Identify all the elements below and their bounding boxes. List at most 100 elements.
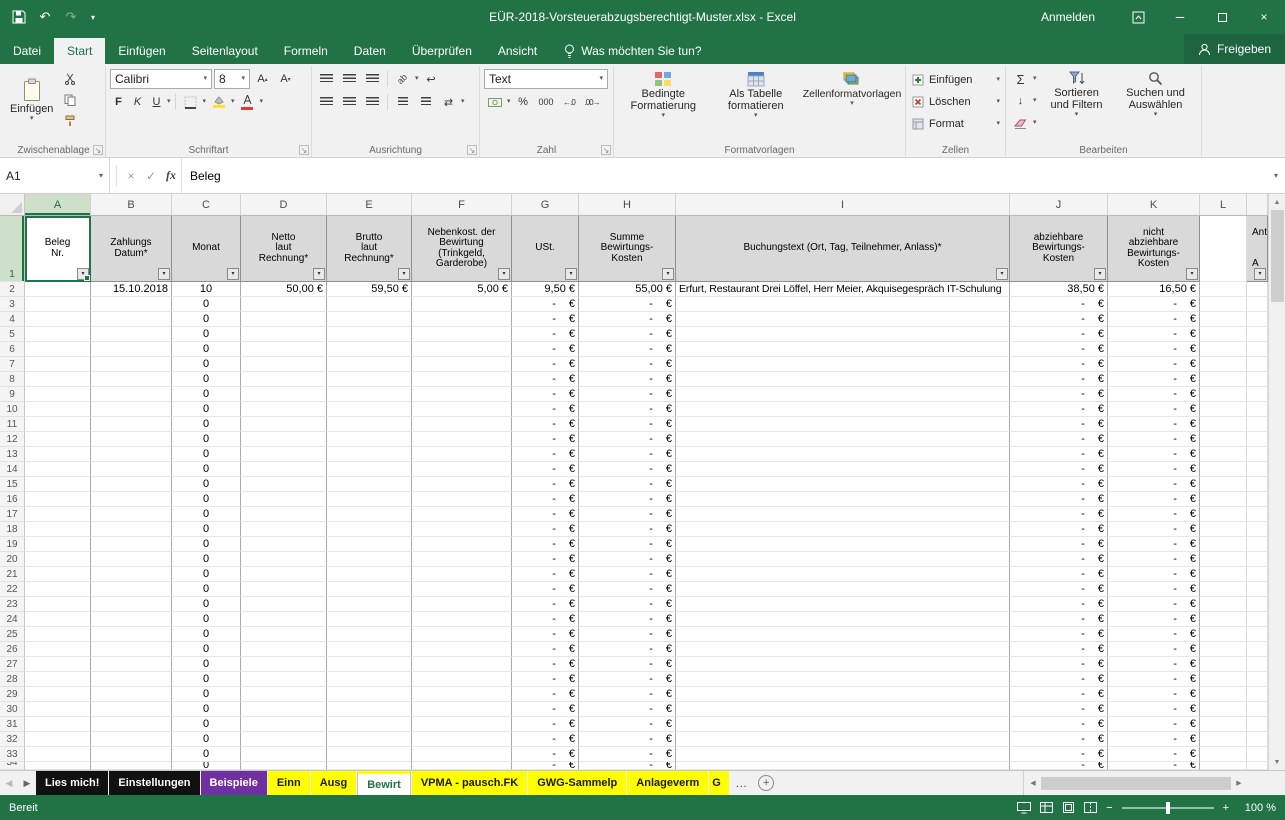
cell-B11[interactable] <box>91 417 172 432</box>
cell-H33[interactable]: - € <box>579 747 676 762</box>
cell-M33[interactable] <box>1247 747 1268 762</box>
cell-C7[interactable]: 0 <box>172 357 241 372</box>
cell-G3[interactable]: - € <box>512 297 579 312</box>
cell-E23[interactable] <box>327 597 412 612</box>
cell-M3[interactable] <box>1247 297 1268 312</box>
cell-L26[interactable] <box>1200 642 1247 657</box>
redo-icon[interactable] <box>60 6 82 28</box>
insert-cells-button[interactable]: Einfügen <box>910 69 1002 90</box>
cell-K31[interactable]: - € <box>1108 717 1200 732</box>
tellme-box[interactable]: Was möchten Sie tun? <box>564 38 702 64</box>
ribbon-tab-formeln[interactable]: Formeln <box>271 38 341 64</box>
cell-A16[interactable] <box>25 492 91 507</box>
filter-icon[interactable] <box>662 268 674 280</box>
cell-D6[interactable] <box>241 342 327 357</box>
cell-B34[interactable] <box>91 762 172 770</box>
cell-E8[interactable] <box>327 372 412 387</box>
cell-L3[interactable] <box>1200 297 1247 312</box>
cell-M32[interactable] <box>1247 732 1268 747</box>
cell-G25[interactable]: - € <box>512 627 579 642</box>
cell-F15[interactable] <box>412 477 512 492</box>
maximize-button[interactable] <box>1201 0 1243 34</box>
cell-A2[interactable] <box>25 282 91 297</box>
cell-E16[interactable] <box>327 492 412 507</box>
cell-K29[interactable]: - € <box>1108 687 1200 702</box>
cell-C22[interactable]: 0 <box>172 582 241 597</box>
signin-link[interactable]: Anmelden <box>1041 10 1095 24</box>
cell-L22[interactable] <box>1200 582 1247 597</box>
zoom-slider[interactable] <box>1121 801 1214 814</box>
row-header-6[interactable]: 6 <box>0 342 25 357</box>
cell-L13[interactable] <box>1200 447 1247 462</box>
cell-F6[interactable] <box>412 342 512 357</box>
name-box[interactable]: A1 <box>0 158 110 193</box>
row-header-23[interactable]: 23 <box>0 597 25 612</box>
row-header-32[interactable]: 32 <box>0 732 25 747</box>
cell-A14[interactable] <box>25 462 91 477</box>
cell-G7[interactable]: - € <box>512 357 579 372</box>
cell-E2[interactable]: 59,50 € <box>327 282 412 297</box>
column-header-A[interactable]: A <box>25 194 91 215</box>
cell-B6[interactable] <box>91 342 172 357</box>
cell-E5[interactable] <box>327 327 412 342</box>
row-header-2[interactable]: 2 <box>0 282 25 297</box>
cell-H7[interactable]: - € <box>579 357 676 372</box>
cell-J14[interactable]: - € <box>1010 462 1108 477</box>
sort-filter-button[interactable]: Sortieren und Filtern <box>1040 69 1114 141</box>
row-header-26[interactable]: 26 <box>0 642 25 657</box>
row-header-34[interactable]: 34 <box>0 762 25 770</box>
cell-D30[interactable] <box>241 702 327 717</box>
cell-E32[interactable] <box>327 732 412 747</box>
cell-F2[interactable]: 5,00 € <box>412 282 512 297</box>
cell-J12[interactable]: - € <box>1010 432 1108 447</box>
cell-G32[interactable]: - € <box>512 732 579 747</box>
cell-M8[interactable] <box>1247 372 1268 387</box>
cell-K16[interactable]: - € <box>1108 492 1200 507</box>
cell-E9[interactable] <box>327 387 412 402</box>
cell-F30[interactable] <box>412 702 512 717</box>
cell-E15[interactable] <box>327 477 412 492</box>
cell-B24[interactable] <box>91 612 172 627</box>
cell-H12[interactable]: - € <box>579 432 676 447</box>
cell-J6[interactable]: - € <box>1010 342 1108 357</box>
cell-J13[interactable]: - € <box>1010 447 1108 462</box>
cell-I19[interactable] <box>676 537 1010 552</box>
cell-K33[interactable]: - € <box>1108 747 1200 762</box>
scroll-right-icon[interactable] <box>1231 779 1247 787</box>
cell-G8[interactable]: - € <box>512 372 579 387</box>
cell-E17[interactable] <box>327 507 412 522</box>
merge-center-icon[interactable] <box>438 92 459 112</box>
cell-A11[interactable] <box>25 417 91 432</box>
cell-I1[interactable]: Buchungstext (Ort, Tag, Teilnehmer, Anla… <box>676 216 1010 282</box>
font-color-dropdown-icon[interactable] <box>260 99 264 105</box>
cell-E10[interactable] <box>327 402 412 417</box>
comma-style-icon[interactable]: 000 <box>536 92 557 112</box>
ribbon-tab-überprüfen[interactable]: Überprüfen <box>399 38 485 64</box>
display-settings-icon[interactable] <box>1017 801 1032 814</box>
ribbon-tab-daten[interactable]: Daten <box>341 38 399 64</box>
cell-J19[interactable]: - € <box>1010 537 1108 552</box>
cell-A18[interactable] <box>25 522 91 537</box>
cell-I5[interactable] <box>676 327 1010 342</box>
cell-D7[interactable] <box>241 357 327 372</box>
minimize-button[interactable] <box>1159 0 1201 34</box>
cell-D29[interactable] <box>241 687 327 702</box>
increase-font-size-icon[interactable] <box>252 69 273 89</box>
cell-H24[interactable]: - € <box>579 612 676 627</box>
row-header-17[interactable]: 17 <box>0 507 25 522</box>
cell-J3[interactable]: - € <box>1010 297 1108 312</box>
cell-I15[interactable] <box>676 477 1010 492</box>
format-as-table-button[interactable]: Als Tabelle formatieren <box>711 69 802 141</box>
cell-M34[interactable] <box>1247 762 1268 770</box>
cell-I4[interactable] <box>676 312 1010 327</box>
vertical-scrollbar[interactable] <box>1268 194 1285 770</box>
cell-D11[interactable] <box>241 417 327 432</box>
align-center-icon[interactable] <box>339 92 360 112</box>
row-header-4[interactable]: 4 <box>0 312 25 327</box>
formula-input[interactable]: Beleg <box>181 158 1267 193</box>
cell-K32[interactable]: - € <box>1108 732 1200 747</box>
cell-B23[interactable] <box>91 597 172 612</box>
fill-color-icon[interactable] <box>208 92 229 112</box>
cell-F16[interactable] <box>412 492 512 507</box>
filter-icon[interactable] <box>996 268 1008 280</box>
